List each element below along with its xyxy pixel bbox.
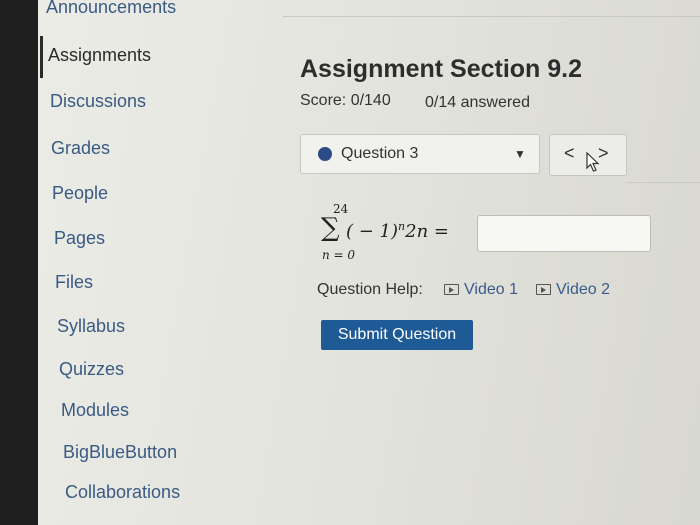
nav-bigbluebutton[interactable]: BigBlueButton xyxy=(63,442,177,463)
nav-syllabus[interactable]: Syllabus xyxy=(57,316,125,337)
answered-count: 0/14 answered xyxy=(425,94,530,111)
nav-announcements[interactable]: Announcements xyxy=(46,0,176,18)
nav-collaborations[interactable]: Collaborations xyxy=(65,482,180,503)
video-1-link[interactable]: Video 1 xyxy=(444,281,518,299)
mouse-cursor-icon xyxy=(586,152,600,172)
nav-pages[interactable]: Pages xyxy=(54,228,105,249)
previous-question-button[interactable]: < xyxy=(564,143,575,164)
submit-question-button[interactable]: Submit Question xyxy=(321,320,473,350)
score-text: Score: 0/140 xyxy=(300,92,391,109)
video-play-icon xyxy=(444,284,459,295)
question-help-label: Question Help: xyxy=(317,281,423,298)
summation-sigma: ∑ xyxy=(321,213,340,243)
answer-input[interactable] xyxy=(477,215,651,252)
question-status-dot-icon xyxy=(318,147,332,161)
video-play-icon xyxy=(536,284,551,295)
screen-bezel xyxy=(0,0,38,525)
question-dropdown[interactable]: Question 3 ▼ xyxy=(300,134,540,174)
nav-quizzes[interactable]: Quizzes xyxy=(59,359,124,380)
header-divider xyxy=(283,16,700,17)
nav-modules[interactable]: Modules xyxy=(61,400,129,421)
assignment-title: Assignment Section 9.2 xyxy=(300,55,583,83)
question-selected-label: Question 3 xyxy=(341,145,419,162)
nav-files[interactable]: Files xyxy=(55,272,93,293)
section-divider xyxy=(627,182,700,183)
nav-grades[interactable]: Grades xyxy=(51,138,110,159)
nav-discussions[interactable]: Discussions xyxy=(50,91,146,112)
summand-expression: ( − 1)n2n = xyxy=(346,220,449,242)
canvas-page: Announcements Assignments Discussions Gr… xyxy=(38,0,700,525)
nav-assignments[interactable]: Assignments xyxy=(48,45,151,66)
sum-lower-limit: n = 0 xyxy=(322,248,356,262)
nav-people[interactable]: People xyxy=(52,183,108,204)
chevron-down-icon: ▼ xyxy=(514,147,526,161)
active-indicator xyxy=(40,36,43,78)
video-2-link[interactable]: Video 2 xyxy=(536,281,610,299)
